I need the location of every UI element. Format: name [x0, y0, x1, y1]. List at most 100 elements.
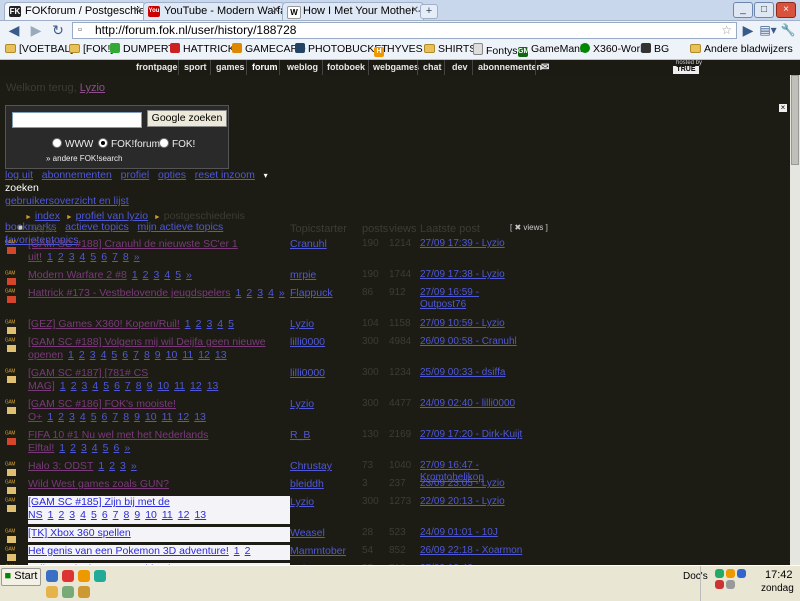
bookmark-voetbal[interactable]: [VOETBAL]	[5, 43, 73, 55]
page-link[interactable]: 12	[198, 349, 210, 361]
page-link[interactable]: 6	[101, 251, 107, 263]
page-link[interactable]: 5	[111, 349, 117, 361]
app-icon[interactable]	[94, 570, 106, 582]
topic-starter-link[interactable]: mrpie	[290, 269, 316, 281]
start-button[interactable]: ■ Start	[1, 568, 41, 586]
more-search-link[interactable]: » andere FOK!search	[46, 154, 122, 163]
last-post-link[interactable]: 27/09 10:59 - Lyzio	[420, 318, 525, 330]
page-link[interactable]: 11	[182, 349, 193, 361]
page-link[interactable]: 3	[69, 251, 75, 263]
page-link[interactable]: »	[124, 442, 130, 454]
nav-webgames[interactable]: webgames	[373, 62, 419, 72]
page-link[interactable]: 12	[178, 411, 190, 423]
bookmark-dumpert[interactable]: DUMPERT	[110, 43, 175, 55]
page-link[interactable]: 1	[47, 251, 53, 263]
topic-starter-link[interactable]: bleiddh	[290, 478, 324, 490]
page-link[interactable]: 13	[194, 411, 206, 423]
topic-starter-link[interactable]: Lyzio	[290, 318, 314, 330]
page-link[interactable]: 8	[124, 509, 130, 521]
page-link[interactable]: 8	[136, 380, 142, 392]
page-link[interactable]: 6	[113, 442, 119, 454]
page-link[interactable]: 1	[48, 509, 54, 521]
radio-fok[interactable]: FOK!	[159, 138, 195, 150]
page-link[interactable]: »	[134, 251, 140, 263]
nav-fotoboek[interactable]: fotoboek	[327, 62, 365, 72]
page-link[interactable]: 1	[236, 287, 242, 299]
new-tab-button[interactable]: +	[420, 4, 438, 19]
nav-sport[interactable]: sport	[184, 62, 207, 72]
tab-fokforum[interactable]: FK FOKforum / Postgeschiede... ✕	[4, 2, 146, 20]
page-link[interactable]: 4	[92, 442, 98, 454]
page-link[interactable]: 2	[79, 349, 85, 361]
topic-starter-link[interactable]: R_B	[290, 429, 310, 441]
page-link[interactable]: 4	[80, 509, 86, 521]
page-link[interactable]: »	[186, 269, 192, 281]
close-tab-icon[interactable]: ✕	[411, 5, 419, 16]
link-profiel[interactable]: profiel	[121, 169, 150, 181]
page-link[interactable]: 13	[194, 509, 206, 521]
page-link[interactable]: 5	[228, 318, 234, 330]
page-link[interactable]: 2	[246, 287, 252, 299]
search-input[interactable]	[12, 112, 142, 128]
scroll-thumb[interactable]	[791, 75, 799, 165]
nav-dev[interactable]: dev	[452, 62, 468, 72]
nav-games[interactable]: games	[216, 62, 245, 72]
page-link[interactable]: 5	[90, 251, 96, 263]
other-bookmarks[interactable]: Andere bladwijzers	[690, 43, 793, 55]
maximize-button[interactable]: □	[754, 2, 774, 18]
page-link[interactable]: 1	[185, 318, 191, 330]
welcome-user-link[interactable]: Lyzio	[80, 82, 105, 94]
topic-starter-link[interactable]: lilli0000	[290, 336, 325, 348]
page-link[interactable]: 1	[60, 380, 66, 392]
last-post-link[interactable]: 24/09 01:01 - 10J	[420, 527, 525, 539]
page-link[interactable]: 7	[133, 349, 139, 361]
minimize-button[interactable]: _	[733, 2, 753, 18]
link-reset-inzoom[interactable]: reset inzoom	[195, 169, 255, 181]
last-post-link[interactable]: 27/09 16:59 - Outpost76	[420, 287, 525, 311]
page-link[interactable]: 9	[147, 380, 153, 392]
topic-title-link[interactable]: Het genis van een Pokemon 3D adventure!	[28, 545, 229, 557]
col-topic[interactable]: Topic	[30, 223, 56, 235]
page-link[interactable]: 9	[134, 509, 140, 521]
page-link[interactable]: 4	[80, 411, 86, 423]
bookmark-hyves[interactable]: H HYVES	[374, 43, 423, 57]
page-link[interactable]: 2	[143, 269, 149, 281]
page-link[interactable]: 4	[80, 251, 86, 263]
nav-weblog[interactable]: weblog	[287, 62, 318, 72]
page-link[interactable]: 13	[207, 380, 219, 392]
back-icon[interactable]: ◀	[6, 22, 22, 39]
views-toggle[interactable]: [ ✖ views ]	[510, 223, 548, 232]
page-link[interactable]: 4	[268, 287, 274, 299]
page-link[interactable]: 10	[166, 349, 178, 361]
breadcrumb-profiel[interactable]: profiel van lyzio	[76, 210, 148, 222]
page-link[interactable]: 5	[91, 411, 97, 423]
page-link[interactable]: 12	[178, 509, 190, 521]
nav-abonnementen[interactable]: abonnementen	[478, 62, 542, 72]
page-link[interactable]: 2	[71, 380, 77, 392]
page-link[interactable]: 3	[69, 509, 75, 521]
topic-starter-link[interactable]: Lyzio	[290, 496, 314, 508]
page-link[interactable]: 4	[217, 318, 223, 330]
page-link[interactable]: 10	[157, 380, 169, 392]
bookmark-fontys[interactable]: Fontys	[473, 43, 518, 57]
last-post-link[interactable]: 23/09 23:05 - Lyzio	[420, 478, 525, 490]
topic-title-link[interactable]: [GEZ] Games X360! Kopen/Ruil!	[28, 318, 180, 330]
page-link[interactable]: »	[131, 460, 137, 472]
vertical-scrollbar[interactable]	[790, 75, 800, 565]
topic-title-link[interactable]: Halo 3: ODST	[28, 460, 93, 472]
tray-icon[interactable]	[737, 569, 746, 578]
page-link[interactable]: 3	[257, 287, 263, 299]
link-logout[interactable]: log uit	[5, 169, 33, 181]
page-link[interactable]: 6	[122, 349, 128, 361]
last-post-link[interactable]: 27/09 17:39 - Lyzio	[420, 238, 525, 250]
tab-himym[interactable]: W How I Met Your Mother - Wi... ✕	[282, 2, 424, 20]
last-post-link[interactable]: 27/09 17:20 - Dirk-Kuijt	[420, 429, 525, 441]
mail-icon[interactable]: ✉	[541, 62, 549, 73]
bookmark-bg[interactable]: BG	[641, 43, 669, 55]
bookmark-shirts[interactable]: SHIRTS	[424, 43, 476, 55]
page-link[interactable]: 5	[103, 442, 109, 454]
reload-icon[interactable]: ↻	[50, 22, 66, 39]
page-link[interactable]: 8	[123, 411, 129, 423]
radio-www[interactable]: WWW	[52, 138, 93, 150]
star-icon[interactable]: ☆	[721, 23, 732, 38]
